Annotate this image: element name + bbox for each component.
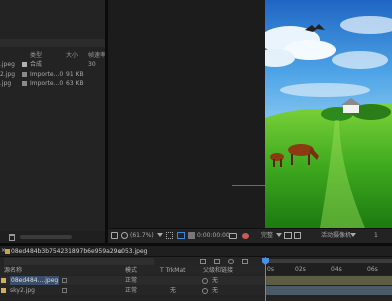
project-panel: 类型 大小 帧速率 .jpeg 合成 30 2.jpg Importe...0 … xyxy=(0,0,106,243)
show-channel-icon[interactable] xyxy=(242,233,249,239)
house xyxy=(343,104,359,113)
layer-duration-bar[interactable] xyxy=(266,286,392,295)
ruler-tick-label: 04s xyxy=(331,266,342,273)
ruler-tick-label: 06s xyxy=(367,266,378,273)
horse-leg xyxy=(308,154,310,165)
zoom-dropdown[interactable]: (61.7%) xyxy=(130,231,154,241)
composition-frame-outline xyxy=(232,0,267,186)
horse-leg xyxy=(291,154,293,165)
views-layout-dropdown[interactable]: 1 xyxy=(374,231,378,241)
trkmat-column[interactable]: T TrkMat xyxy=(160,266,186,275)
timeline-panel: × 08ed484b3b754231897b6e959a29e053.jpeg … xyxy=(0,246,392,301)
mask-icon[interactable] xyxy=(121,232,128,239)
time-ruler[interactable]: 0s 02s 04s 06s xyxy=(265,257,392,275)
project-search-bar[interactable] xyxy=(0,39,105,47)
column-framerate[interactable]: 帧速率 xyxy=(88,51,106,60)
resolution-dropdown[interactable]: 完整 xyxy=(261,231,273,241)
grid-icon[interactable] xyxy=(166,232,173,239)
always-preview-icon[interactable] xyxy=(111,232,118,239)
timeline-toolbar-icon[interactable] xyxy=(242,259,248,264)
layer-row[interactable]: sky2.jpg 正常 无 无 xyxy=(0,286,265,295)
foal-leg xyxy=(280,159,282,167)
horizontal-scrollbar[interactable] xyxy=(20,235,72,239)
timeline-tab[interactable]: × 08ed484b3b754231897b6e959a29e053.jpeg … xyxy=(0,246,392,257)
search-field[interactable] xyxy=(4,258,154,265)
layer-parent-dropdown[interactable]: 无 xyxy=(212,286,218,295)
parent-pickwhip-icon[interactable] xyxy=(202,278,208,284)
layer-mode-dropdown[interactable]: 正常 xyxy=(125,276,137,285)
mode-column[interactable]: 模式 xyxy=(125,266,137,275)
layer-mode-dropdown[interactable]: 正常 xyxy=(125,286,137,295)
zoom-chevron-down-icon[interactable] xyxy=(157,233,163,237)
parent-column[interactable]: 父级和链接 xyxy=(203,266,233,275)
trash-icon[interactable] xyxy=(9,234,15,241)
parent-pickwhip-icon[interactable] xyxy=(202,288,208,294)
current-time[interactable]: 0:00:00:00 xyxy=(197,231,230,241)
composition-image xyxy=(265,0,392,228)
layer-name-column[interactable]: 源名称 xyxy=(4,266,22,275)
fast-previews-icon[interactable] xyxy=(284,232,292,239)
timeline-toolbar-icon[interactable] xyxy=(200,259,206,264)
timeline-toolbar-icon[interactable] xyxy=(228,259,234,264)
ruler-tick-label: 02s xyxy=(295,266,306,273)
work-area-bar[interactable] xyxy=(265,259,392,263)
foal-leg xyxy=(273,159,275,167)
snapshot-icon[interactable] xyxy=(229,233,237,239)
camera-chevron-down-icon[interactable] xyxy=(350,233,356,237)
layer-label-color xyxy=(1,278,6,283)
tab-menu-icon[interactable]: ≡ xyxy=(118,247,123,256)
footage-icon xyxy=(22,81,27,86)
viewer-toolbar: (61.7%) 0:00:00:00 完整 活动摄像机 1 xyxy=(108,228,392,243)
transparency-icon[interactable] xyxy=(294,232,301,239)
composition-tab-label[interactable]: 08ed484b3b754231897b6e959a29e053.jpeg xyxy=(11,247,148,256)
layer-label-color xyxy=(1,288,6,293)
fx-switch-icon[interactable] xyxy=(62,288,67,293)
composition-viewer: (61.7%) 0:00:00:00 完整 活动摄像机 1 xyxy=(108,0,392,243)
ruler-tick-label: 0s xyxy=(267,266,274,273)
layer-trkmat-dropdown[interactable]: 无 xyxy=(170,286,176,295)
layer-name[interactable]: 08ed484....jpeg xyxy=(10,276,60,285)
layer-row[interactable]: 08ed484....jpeg 正常 无 xyxy=(0,276,265,285)
active-camera-dropdown[interactable]: 活动摄像机 xyxy=(321,231,351,241)
composition-icon xyxy=(5,249,10,254)
cloud xyxy=(280,83,370,97)
footage-icon xyxy=(22,72,27,77)
project-footer xyxy=(0,231,105,243)
region-of-interest-icon[interactable] xyxy=(177,232,185,239)
column-type[interactable]: 类型 xyxy=(30,51,42,60)
transparency-grid-icon[interactable] xyxy=(188,232,195,239)
resolution-chevron-down-icon[interactable] xyxy=(276,233,282,237)
layer-column-header: 源名称 模式 T TrkMat 父级和链接 xyxy=(0,266,265,275)
layer-name[interactable]: sky2.jpg xyxy=(10,286,35,295)
fx-switch-icon[interactable] xyxy=(62,278,67,283)
timeline-toolbar-icon[interactable] xyxy=(214,259,220,264)
comp-icon xyxy=(22,62,27,67)
layer-duration-bar[interactable] xyxy=(266,276,392,285)
layer-parent-dropdown[interactable]: 无 xyxy=(212,276,218,285)
cloud xyxy=(332,51,388,69)
column-size[interactable]: 大小 xyxy=(66,51,78,60)
